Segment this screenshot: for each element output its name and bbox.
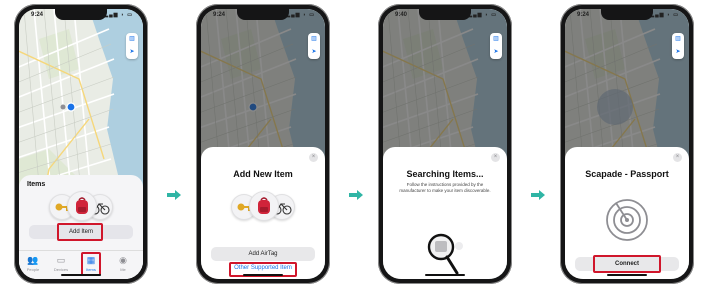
devices-icon: ▭ <box>56 255 66 265</box>
backpack-icon <box>249 191 279 221</box>
sheet-title: Add New Item <box>233 169 293 179</box>
status-icons: ▂▄▆ ◗ ▭ <box>468 12 497 18</box>
connect-highlight <box>593 255 661 273</box>
radar-icon <box>606 199 648 241</box>
tab-people[interactable]: 👥 People <box>23 255 43 272</box>
status-time: 9:40 <box>395 12 408 18</box>
home-indicator <box>243 274 283 276</box>
searching-sheet: × Searching Items... Follow the instruct… <box>383 147 507 279</box>
user-location-dot <box>66 102 76 112</box>
phone-screen-connect: 9:24 ▂▄▆ ◗ ▭ ▥ ➤ × Scapade - Passport Co… <box>560 4 694 284</box>
map-icon: ▥ <box>675 36 681 42</box>
close-icon[interactable]: × <box>673 153 682 162</box>
phone-notch <box>419 9 471 20</box>
phone-screen-searching: 9:40 ▂▄▆ ◗ ▭ ▥ ➤ × Searching Items... Fo… <box>378 4 512 284</box>
close-icon[interactable]: × <box>309 153 318 162</box>
map-controls[interactable]: ▥ ➤ <box>126 33 138 59</box>
home-indicator <box>61 274 101 276</box>
add-item-highlight <box>57 223 103 241</box>
items-tab-highlight <box>81 252 101 276</box>
add-new-item-sheet: × Add New Item Add AirTag Other Supporte… <box>201 147 325 279</box>
add-airtag-label: Add AirTag <box>248 251 278 257</box>
status-icons: ▂▄▆ ◗ ▭ <box>104 12 133 18</box>
screen: 9:24 ▂▄▆ ◗ ▭ ▥ ➤ × Add New Item Add AirT… <box>201 9 325 279</box>
location-arrow-icon[interactable]: ➤ <box>126 46 138 59</box>
right-arrow-icon <box>531 190 545 200</box>
items-title: Items <box>27 181 46 188</box>
me-icon: ◉ <box>119 255 127 265</box>
sheet-title: Scapade - Passport <box>585 169 669 179</box>
home-indicator <box>425 274 465 276</box>
map-icon: ▥ <box>311 36 317 42</box>
tab-label: Devices <box>53 267 69 272</box>
status-icons: ▂▄▆ ◗ ▭ <box>650 12 679 18</box>
tab-devices[interactable]: ▭ Devices <box>51 255 71 272</box>
close-icon[interactable]: × <box>491 153 500 162</box>
phone-notch <box>55 9 107 20</box>
connect-sheet: × Scapade - Passport Connect <box>565 147 689 279</box>
right-arrow-icon <box>167 190 181 200</box>
status-time: 9:24 <box>31 12 44 18</box>
map-controls: ▥ ➤ <box>490 33 502 59</box>
tab-label: Me <box>120 267 126 272</box>
item-location-dot <box>60 104 66 110</box>
status-time: 9:24 <box>577 12 590 18</box>
sheet-title: Searching Items... <box>406 169 484 179</box>
backpack-icon <box>67 191 97 221</box>
add-airtag-button[interactable]: Add AirTag <box>211 247 315 261</box>
item-illustration <box>201 191 325 221</box>
map-controls: ▥ ➤ <box>672 33 684 59</box>
tab-me[interactable]: ◉ Me <box>113 255 133 272</box>
screen: 9:40 ▂▄▆ ◗ ▭ ▥ ➤ × Searching Items... Fo… <box>383 9 507 279</box>
phone-screen-items: 9:24 ▂▄▆ ◗ ▭ ▥ ➤ Items Add Item 👥 People… <box>14 4 148 284</box>
home-indicator <box>607 274 647 276</box>
status-icons: ▂▄▆ ◗ ▭ <box>286 12 315 18</box>
magnifier-icon <box>427 233 463 275</box>
map-icon: ▥ <box>493 36 499 42</box>
location-arrow-icon: ➤ <box>311 49 317 55</box>
location-arrow-icon: ➤ <box>675 49 681 55</box>
phone-screen-add-new-item: 9:24 ▂▄▆ ◗ ▭ ▥ ➤ × Add New Item Add AirT… <box>196 4 330 284</box>
status-time: 9:24 <box>213 12 226 18</box>
map-icon[interactable]: ▥ <box>126 33 138 46</box>
phone-notch <box>601 9 653 20</box>
right-arrow-icon <box>349 190 363 200</box>
screen: 9:24 ▂▄▆ ◗ ▭ ▥ ➤ × Scapade - Passport Co… <box>565 9 689 279</box>
map-controls: ▥ ➤ <box>308 33 320 59</box>
item-illustration <box>19 191 143 221</box>
location-arrow-icon: ➤ <box>493 49 499 55</box>
people-icon: 👥 <box>27 255 39 265</box>
screen: 9:24 ▂▄▆ ◗ ▭ ▥ ➤ Items Add Item 👥 People… <box>19 9 143 279</box>
sheet-subtitle: Follow the instructions provided by the … <box>399 182 491 193</box>
tab-label: People <box>26 267 40 272</box>
phone-notch <box>237 9 289 20</box>
